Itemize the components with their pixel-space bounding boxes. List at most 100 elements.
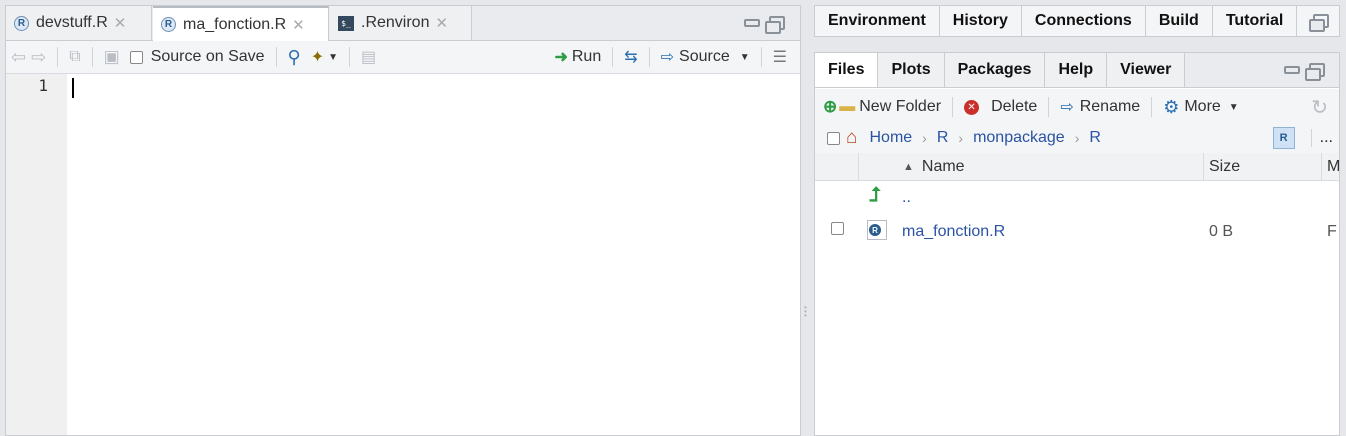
breadcrumb-r-current[interactable]: R — [1089, 129, 1101, 147]
r-file-icon: R — [14, 15, 29, 31]
run-label: Run — [571, 48, 602, 65]
chevron-down-icon: ▼ — [739, 51, 750, 63]
show-in-window-icon[interactable]: ⧉ — [64, 44, 85, 70]
restore-icon[interactable] — [1309, 14, 1330, 32]
pane-splitter[interactable]: • • • — [804, 304, 808, 320]
minimize-icon[interactable] — [1284, 66, 1300, 74]
breadcrumb-r[interactable]: R — [937, 129, 949, 147]
breadcrumb-home[interactable]: Home — [869, 129, 912, 147]
tab-files[interactable]: Files — [815, 53, 879, 87]
source-arrow-icon: ⇨ — [660, 49, 675, 66]
notebook-icon[interactable]: ▤ — [356, 44, 381, 70]
row-checkbox[interactable] — [831, 222, 844, 235]
run-arrow-icon: ➜ — [554, 49, 568, 66]
tab-build[interactable]: Build — [1145, 6, 1213, 36]
run-button[interactable]: ➜ Run — [549, 44, 606, 70]
chevron-down-icon: ▼ — [1228, 101, 1239, 113]
shell-file-icon: $_ — [338, 15, 354, 31]
rerun-icon[interactable]: ⇆ — [619, 44, 642, 70]
close-icon[interactable]: ✕ — [292, 16, 305, 34]
home-icon[interactable]: ⌂ — [846, 127, 857, 149]
gear-icon: ⚙ — [1163, 96, 1180, 117]
rename-button[interactable]: ⇨ Rename — [1055, 94, 1145, 120]
window-controls — [744, 16, 785, 34]
modified-column-header[interactable]: M — [1322, 153, 1339, 180]
maximize-icon[interactable] — [1305, 63, 1325, 81]
tab-history[interactable]: History — [939, 6, 1022, 36]
outline-icon[interactable]: ☰ — [768, 44, 792, 70]
code-editor[interactable] — [68, 74, 800, 435]
table-row[interactable]: R ma_fonction.R 0 B F — [815, 215, 1339, 249]
tab-ma-fonction[interactable]: R ma_fonction.R ✕ — [153, 6, 329, 41]
source-tabbar: R devstuff.R ✕ R ma_fonction.R ✕ $_ .Ren… — [6, 6, 800, 41]
new-folder-icon: ⊕ — [823, 97, 838, 116]
tab-packages[interactable]: Packages — [944, 53, 1046, 87]
breadcrumb-separator-icon: › — [958, 130, 964, 146]
tab-devstuff[interactable]: R devstuff.R ✕ — [6, 6, 152, 40]
close-icon[interactable]: ✕ — [114, 14, 127, 32]
tab-renviron[interactable]: $_ .Renviron ✕ — [330, 6, 472, 40]
more-label: More — [1184, 98, 1221, 115]
source-toolbar: ⇦ ⇨ ⧉ ▣ Source on Save ⚲ ✦ ▼ ▤ ➜ Run ⇆ ⇨ … — [6, 41, 800, 74]
magic-wand-icon[interactable]: ✦ ▼ — [306, 44, 343, 70]
file-name-link[interactable]: ma_fonction.R — [902, 223, 1005, 241]
forward-arrow-icon[interactable]: ⇨ — [31, 44, 51, 70]
environment-pane: Environment History Connections Build Tu… — [814, 5, 1340, 37]
parent-dir-link[interactable]: .. — [902, 189, 911, 207]
name-column-header[interactable]: ▲ Name — [859, 153, 1204, 180]
breadcrumb: ⌂ Home › R › monpackage › R R ... — [815, 123, 1339, 154]
file-size: 0 B — [1209, 223, 1234, 240]
source-pane: R devstuff.R ✕ R ma_fonction.R ✕ $_ .Ren… — [5, 5, 801, 436]
refresh-icon[interactable]: ↻ — [1306, 94, 1333, 120]
files-tabbar: Files Plots Packages Help Viewer — [815, 53, 1339, 88]
delete-icon: ✕ — [964, 99, 980, 115]
save-icon[interactable]: ▣ — [99, 44, 125, 70]
source-on-save-label: Source on Save — [150, 48, 265, 65]
minimize-icon[interactable] — [744, 19, 760, 27]
breadcrumb-monpackage[interactable]: monpackage — [973, 129, 1065, 147]
r-project-icon[interactable]: R — [1272, 127, 1295, 149]
files-pane: Files Plots Packages Help Viewer ⊕ ▬ New… — [814, 52, 1340, 436]
rename-icon: ⇨ — [1060, 99, 1074, 116]
chevron-down-icon: ▼ — [328, 51, 339, 63]
file-table-header: ▲ Name Size M — [815, 153, 1339, 181]
file-modified: F — [1327, 223, 1337, 240]
delete-button[interactable]: ✕ Delete — [959, 94, 1042, 120]
sort-up-icon: ▲ — [903, 160, 914, 173]
close-icon[interactable]: ✕ — [435, 14, 448, 32]
size-column-header[interactable]: Size — [1204, 153, 1322, 180]
tab-label: .Renviron — [361, 14, 430, 31]
new-folder-label: New Folder — [859, 98, 942, 115]
window-controls — [1284, 63, 1325, 81]
parent-dir-row[interactable]: ⮥ .. — [815, 181, 1339, 215]
breadcrumb-separator-icon: › — [922, 130, 927, 146]
maximize-icon[interactable] — [765, 16, 785, 34]
delete-label: Delete — [991, 98, 1038, 115]
new-folder-button[interactable]: ⊕ ▬ New Folder — [815, 94, 946, 120]
modified-column-label: M — [1327, 157, 1339, 175]
select-all-checkbox[interactable] — [827, 131, 840, 145]
more-crumbs-button[interactable]: ... — [1310, 129, 1333, 147]
source-on-save-toggle[interactable]: Source on Save — [125, 44, 270, 70]
source-on-save-checkbox[interactable] — [129, 50, 143, 64]
files-toolbar: ⊕ ▬ New Folder ✕ Delete ⇨ Rename ⚙ More … — [815, 89, 1339, 125]
rename-label: Rename — [1079, 98, 1141, 115]
line-gutter — [6, 74, 67, 435]
tab-plots[interactable]: Plots — [878, 53, 945, 87]
tab-tutorial[interactable]: Tutorial — [1212, 6, 1298, 36]
tab-viewer[interactable]: Viewer — [1107, 53, 1186, 87]
search-icon[interactable]: ⚲ — [283, 44, 306, 70]
breadcrumb-separator-icon: › — [1074, 130, 1080, 146]
tab-connections[interactable]: Connections — [1021, 6, 1146, 36]
line-number: 1 — [38, 76, 48, 95]
up-arrow-icon: ⮥ — [869, 184, 881, 206]
source-label: Source — [679, 48, 730, 65]
tab-help[interactable]: Help — [1045, 53, 1108, 87]
tab-label: ma_fonction.R — [183, 15, 287, 33]
back-arrow-icon[interactable]: ⇦ — [6, 44, 31, 70]
size-column-label: Size — [1209, 157, 1241, 175]
tab-environment[interactable]: Environment — [815, 6, 940, 36]
r-file-icon: R — [867, 220, 887, 240]
source-button[interactable]: ⇨ Source ▼ — [656, 44, 755, 70]
more-button[interactable]: ⚙ More ▼ — [1158, 94, 1244, 120]
